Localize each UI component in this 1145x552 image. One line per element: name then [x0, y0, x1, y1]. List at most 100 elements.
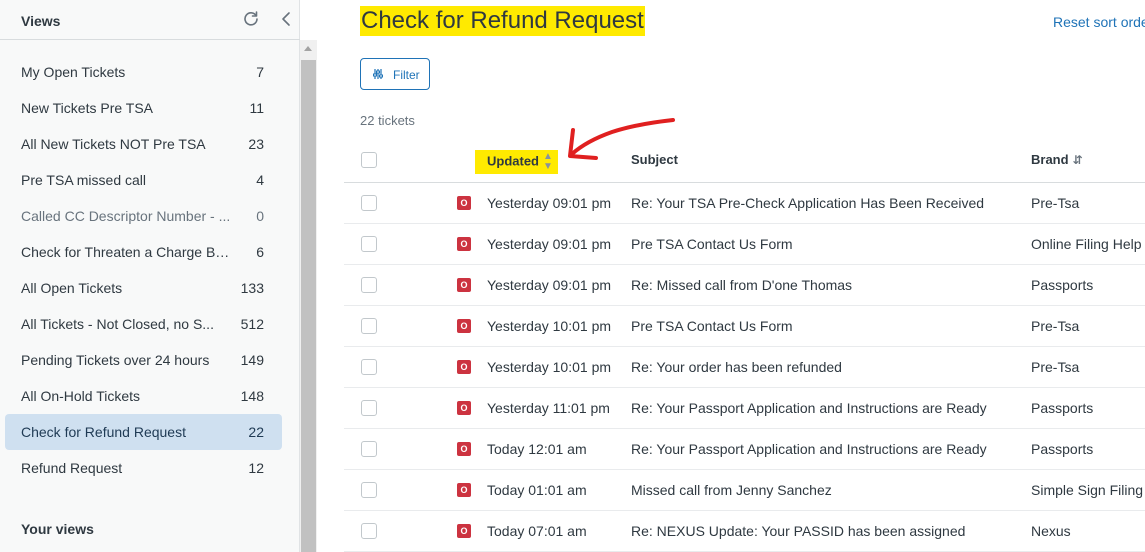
- cell-subject[interactable]: Re: Your Passport Application and Instru…: [631, 400, 987, 416]
- row-checkbox[interactable]: [361, 482, 377, 498]
- cell-subject[interactable]: Pre TSA Contact Us Form: [631, 236, 793, 252]
- status-open-badge: O: [457, 401, 471, 415]
- view-label: Pre TSA missed call: [21, 172, 147, 188]
- view-item-pre-tsa-missed-call[interactable]: Pre TSA missed call 4: [5, 162, 282, 198]
- view-item-called-cc-descriptor[interactable]: Called CC Descriptor Number - ... 0: [5, 198, 282, 234]
- table-row[interactable]: O Today 07:01 am Re: NEXUS Update: Your …: [344, 511, 1145, 552]
- column-header-subject[interactable]: Subject: [631, 152, 678, 167]
- ticket-count: 22 tickets: [360, 113, 415, 128]
- row-checkbox[interactable]: [361, 236, 377, 252]
- filter-label: Filter: [393, 68, 420, 82]
- cell-updated: Yesterday 09:01 pm: [487, 236, 612, 252]
- view-item-check-threaten-charge-back[interactable]: Check for Threaten a Charge Back 6: [5, 234, 282, 270]
- view-item-all-open-tickets[interactable]: All Open Tickets 133: [5, 270, 282, 306]
- view-count: 148: [240, 388, 264, 404]
- view-count: 6: [256, 244, 264, 260]
- view-item-new-tickets-pre-tsa[interactable]: New Tickets Pre TSA 11: [5, 90, 282, 126]
- sidebar-title: Views: [21, 13, 61, 29]
- view-item-all-tickets-not-closed[interactable]: All Tickets - Not Closed, no S... 512: [5, 306, 282, 342]
- view-count: 149: [240, 352, 264, 368]
- row-checkbox[interactable]: [361, 523, 377, 539]
- cell-updated: Yesterday 11:01 pm: [487, 400, 610, 416]
- row-checkbox[interactable]: [361, 277, 377, 293]
- filter-button[interactable]: Filter: [360, 58, 430, 90]
- column-header-updated[interactable]: Updated ▲ ▼: [475, 150, 558, 174]
- view-item-all-new-tickets-not-pre-tsa[interactable]: All New Tickets NOT Pre TSA 23: [5, 126, 282, 162]
- view-item-my-open-tickets[interactable]: My Open Tickets 7: [5, 54, 282, 90]
- status-open-badge: O: [457, 278, 471, 292]
- view-count: 512: [240, 316, 264, 332]
- scrollbar-thumb[interactable]: [301, 60, 316, 552]
- view-label: All New Tickets NOT Pre TSA: [21, 136, 206, 152]
- page-title: Check for Refund Request: [360, 6, 645, 36]
- cell-brand: Online Filing Help: [1031, 236, 1142, 252]
- cell-updated: Yesterday 09:01 pm: [487, 195, 612, 211]
- table-row[interactable]: O Yesterday 09:01 pm Re: Your TSA Pre-Ch…: [344, 183, 1145, 224]
- row-checkbox[interactable]: [361, 359, 377, 375]
- table-row[interactable]: O Yesterday 11:01 pm Re: Your Passport A…: [344, 388, 1145, 429]
- cell-brand: Passports: [1031, 400, 1094, 416]
- view-label: My Open Tickets: [21, 64, 126, 80]
- view-count: 23: [248, 136, 264, 152]
- table-row[interactable]: O Today 12:01 am Re: Your Passport Appli…: [344, 429, 1145, 470]
- view-count: 133: [240, 280, 264, 296]
- refresh-icon[interactable]: [241, 9, 261, 29]
- column-header-label: Brand: [1031, 152, 1069, 167]
- row-checkbox[interactable]: [361, 195, 377, 211]
- cell-subject[interactable]: Re: Your order has been refunded: [631, 359, 842, 375]
- view-label: Check for Refund Request: [21, 424, 186, 440]
- status-open-badge: O: [457, 360, 471, 374]
- view-count: 12: [248, 460, 264, 476]
- table-header: Updated ▲ ▼ Subject Brand ⇵: [344, 137, 1145, 183]
- view-count: 7: [256, 64, 264, 80]
- table-row[interactable]: O Yesterday 10:01 pm Pre TSA Contact Us …: [344, 306, 1145, 347]
- view-label: Called CC Descriptor Number - ...: [21, 208, 231, 224]
- table-row[interactable]: O Yesterday 09:01 pm Re: Missed call fro…: [344, 265, 1145, 306]
- sidebar-header: Views: [0, 0, 300, 40]
- status-open-badge: O: [457, 196, 471, 210]
- views-list: My Open Tickets 7 New Tickets Pre TSA 11 A…: [5, 54, 282, 486]
- cell-brand: Pre-Tsa: [1031, 318, 1080, 334]
- cell-subject[interactable]: Pre TSA Contact Us Form: [631, 318, 793, 334]
- view-label: Refund Request: [21, 460, 123, 476]
- view-item-refund-request[interactable]: Refund Request 12: [5, 450, 282, 486]
- cell-subject[interactable]: Re: Your TSA Pre-Check Application Has B…: [631, 195, 984, 211]
- cell-brand: Passports: [1031, 277, 1094, 293]
- status-open-badge: O: [457, 524, 471, 538]
- cell-subject[interactable]: Re: Your Passport Application and Instru…: [631, 441, 987, 457]
- row-checkbox[interactable]: [361, 400, 377, 416]
- table-row[interactable]: O Today 01:01 am Missed call from Jenny …: [344, 470, 1145, 511]
- column-header-brand[interactable]: Brand ⇵: [1031, 152, 1083, 167]
- view-item-check-refund-request[interactable]: Check for Refund Request 22: [5, 414, 282, 450]
- filter-sliders-icon: [372, 68, 384, 80]
- cell-subject[interactable]: Re: Missed call from D'one Thomas: [631, 277, 852, 293]
- cell-brand: Passports: [1031, 441, 1094, 457]
- table-row[interactable]: O Yesterday 09:01 pm Pre TSA Contact Us …: [344, 224, 1145, 265]
- view-label: Check for Threaten a Charge Back: [21, 244, 233, 260]
- cell-updated: Today 07:01 am: [487, 523, 587, 539]
- sidebar-scrollbar[interactable]: [300, 40, 317, 552]
- view-item-all-on-hold-tickets[interactable]: All On-Hold Tickets 148: [5, 378, 282, 414]
- view-item-pending-over-24-hours[interactable]: Pending Tickets over 24 hours 149: [5, 342, 282, 378]
- table-row[interactable]: O Yesterday 10:01 pm Re: Your order has …: [344, 347, 1145, 388]
- collapse-sidebar-icon[interactable]: [277, 9, 297, 29]
- reset-sort-link[interactable]: Reset sort orde: [1053, 14, 1145, 30]
- view-label: All Open Tickets: [21, 280, 123, 296]
- cell-updated: Today 01:01 am: [487, 482, 587, 498]
- view-label: All On-Hold Tickets: [21, 388, 141, 404]
- cell-brand: Pre-Tsa: [1031, 195, 1080, 211]
- sort-icon: ▲ ▼: [543, 151, 553, 172]
- main-content: Check for Refund Request Reset sort orde…: [318, 0, 1145, 552]
- scroll-up-arrow-icon[interactable]: [300, 40, 317, 57]
- row-checkbox[interactable]: [361, 441, 377, 457]
- view-count: 22: [248, 424, 264, 440]
- view-label: All Tickets - Not Closed, no S...: [21, 316, 214, 332]
- status-open-badge: O: [457, 237, 471, 251]
- cell-subject[interactable]: Missed call from Jenny Sanchez: [631, 482, 832, 498]
- cell-updated: Yesterday 10:01 pm: [487, 359, 612, 375]
- cell-brand: Simple Sign Filing: [1031, 482, 1144, 498]
- status-open-badge: O: [457, 442, 471, 456]
- row-checkbox[interactable]: [361, 318, 377, 334]
- cell-subject[interactable]: Re: NEXUS Update: Your PASSID has been a…: [631, 523, 965, 539]
- select-all-checkbox[interactable]: [361, 152, 377, 168]
